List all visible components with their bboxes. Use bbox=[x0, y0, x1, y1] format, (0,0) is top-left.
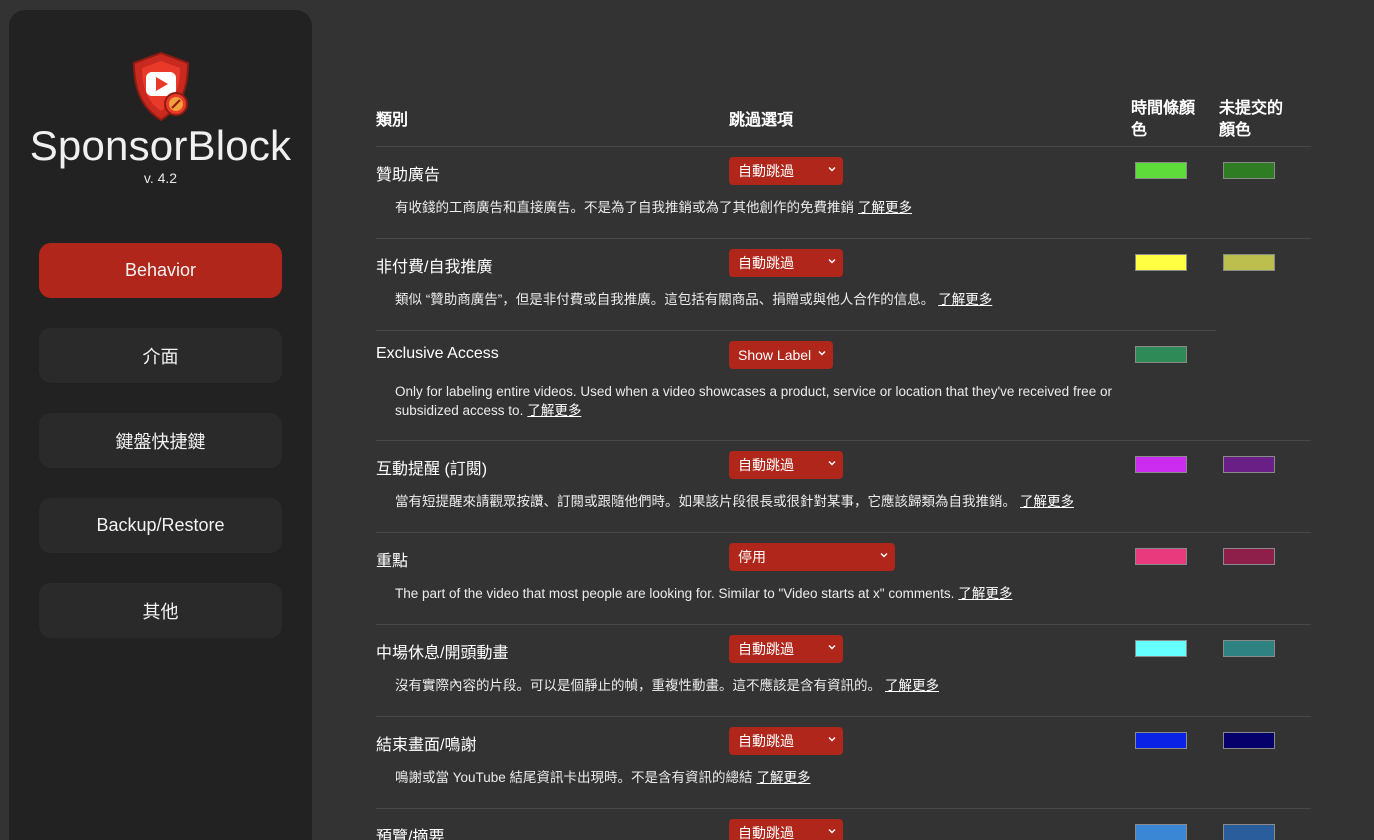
category-name: 非付費/自我推廣 bbox=[376, 259, 493, 276]
category-name: Exclusive Access bbox=[376, 345, 499, 362]
row-divider bbox=[376, 624, 1311, 625]
chevron-down-icon bbox=[828, 737, 836, 742]
select-value: Show Label bbox=[738, 347, 812, 363]
header-unsubmitted-color: 未提交的顏色 bbox=[1219, 100, 1284, 139]
nav-keyboard-shortcuts[interactable]: 鍵盤快捷鍵 bbox=[39, 413, 282, 468]
learn-more-link[interactable]: 了解更多 bbox=[885, 678, 939, 693]
row-divider bbox=[376, 532, 1311, 533]
row-divider bbox=[376, 716, 1311, 717]
sidebar: SponsorBlock v. 4.2 Behavior 介面 鍵盤快捷鍵 Ba… bbox=[9, 10, 312, 840]
select-value: 停用 bbox=[738, 549, 766, 565]
learn-more-link[interactable]: 了解更多 bbox=[858, 200, 912, 215]
skip-option-select[interactable]: 自動跳過 bbox=[729, 451, 843, 479]
timeline-color-swatch[interactable] bbox=[1135, 732, 1187, 749]
learn-more-link[interactable]: 了解更多 bbox=[938, 292, 992, 307]
chevron-down-icon bbox=[818, 351, 826, 356]
chevron-down-icon bbox=[828, 645, 836, 650]
chevron-down-icon bbox=[828, 829, 836, 834]
description-text: Only for labeling entire videos. Used wh… bbox=[395, 384, 1112, 418]
select-value: 自動跳過 bbox=[738, 825, 794, 840]
description-text: 鳴謝或當 YouTube 結尾資訊卡出現時。不是含有資訊的總結 bbox=[395, 770, 753, 785]
skip-option-select[interactable]: 自動跳過 bbox=[729, 249, 843, 277]
description-text: 類似 “贊助商廣告”，但是非付費或自我推廣。這包括有關商品、捐贈或與他人合作的信… bbox=[395, 292, 935, 307]
skip-option-select[interactable]: 自動跳過 bbox=[729, 635, 843, 663]
unsubmitted-color-swatch[interactable] bbox=[1223, 824, 1275, 840]
category-description: 鳴謝或當 YouTube 結尾資訊卡出現時。不是含有資訊的總結 了解更多 bbox=[395, 768, 1130, 787]
select-value: 自動跳過 bbox=[738, 641, 794, 657]
timeline-color-swatch[interactable] bbox=[1135, 824, 1187, 840]
category-description: 有收錢的工商廣告和直接廣告。不是為了自我推銷或為了其他創作的免費推銷 了解更多 bbox=[395, 198, 1130, 217]
learn-more-link[interactable]: 了解更多 bbox=[958, 586, 1012, 601]
nav-interface[interactable]: 介面 bbox=[39, 328, 282, 383]
select-value: 自動跳過 bbox=[738, 457, 794, 473]
unsubmitted-color-swatch[interactable] bbox=[1223, 162, 1275, 179]
nav-behavior[interactable]: Behavior bbox=[39, 243, 282, 298]
sponsorblock-logo-icon bbox=[132, 51, 190, 122]
timeline-color-swatch[interactable] bbox=[1135, 346, 1187, 363]
header-timeline-color: 時間條顏色 bbox=[1131, 100, 1196, 139]
header-category: 類別 bbox=[376, 112, 409, 129]
timeline-color-swatch[interactable] bbox=[1135, 162, 1187, 179]
learn-more-link[interactable]: 了解更多 bbox=[527, 403, 581, 418]
timeline-color-swatch[interactable] bbox=[1135, 640, 1187, 657]
chevron-down-icon bbox=[828, 167, 836, 172]
skip-option-select[interactable]: 停用 bbox=[729, 543, 895, 571]
skip-option-select[interactable]: 自動跳過 bbox=[729, 819, 843, 840]
unsubmitted-color-swatch[interactable] bbox=[1223, 732, 1275, 749]
chevron-down-icon bbox=[828, 259, 836, 264]
category-description: 沒有實際內容的片段。可以是個靜止的幀，重複性動畫。這不應該是含有資訊的。 了解更多 bbox=[395, 676, 1130, 695]
category-description: 當有短提醒來請觀眾按讚、訂閱或跟隨他們時。如果該片段很長或很針對某事，它應該歸類… bbox=[395, 492, 1130, 511]
nav-backup-restore[interactable]: Backup/Restore bbox=[39, 498, 282, 553]
nav-other[interactable]: 其他 bbox=[39, 583, 282, 638]
description-text: 當有短提醒來請觀眾按讚、訂閱或跟隨他們時。如果該片段很長或很針對某事，它應該歸類… bbox=[395, 494, 1016, 509]
category-description: The part of the video that most people a… bbox=[395, 584, 1130, 603]
app-title: SponsorBlock bbox=[29, 122, 292, 169]
row-divider bbox=[376, 238, 1311, 239]
description-text: The part of the video that most people a… bbox=[395, 586, 955, 601]
timeline-color-swatch[interactable] bbox=[1135, 456, 1187, 473]
category-name: 互動提醒 (訂閱) bbox=[376, 461, 488, 478]
skip-option-select[interactable]: 自動跳過 bbox=[729, 727, 843, 755]
description-text: 有收錢的工商廣告和直接廣告。不是為了自我推銷或為了其他創作的免費推銷 bbox=[395, 200, 854, 215]
chevron-down-icon bbox=[880, 553, 888, 558]
skip-option-select[interactable]: Show Label bbox=[729, 341, 833, 369]
row-divider bbox=[376, 440, 1311, 441]
category-name: 重點 bbox=[376, 553, 409, 570]
unsubmitted-color-swatch[interactable] bbox=[1223, 254, 1275, 271]
category-name: 結束畫面/鳴謝 bbox=[376, 737, 477, 754]
select-value: 自動跳過 bbox=[738, 163, 794, 179]
unsubmitted-color-swatch[interactable] bbox=[1223, 640, 1275, 657]
row-divider bbox=[376, 146, 1311, 147]
learn-more-link[interactable]: 了解更多 bbox=[1020, 494, 1074, 509]
category-name: 贊助廣告 bbox=[376, 167, 441, 184]
category-name: 中場休息/開頭動畫 bbox=[376, 645, 509, 662]
category-description: 類似 “贊助商廣告”，但是非付費或自我推廣。這包括有關商品、捐贈或與他人合作的信… bbox=[395, 290, 1130, 309]
skip-option-select[interactable]: 自動跳過 bbox=[729, 157, 843, 185]
category-description: Only for labeling entire videos. Used wh… bbox=[395, 382, 1130, 420]
chevron-down-icon bbox=[828, 461, 836, 466]
select-value: 自動跳過 bbox=[738, 255, 794, 271]
app-version: v. 4.2 bbox=[143, 170, 178, 186]
row-divider bbox=[376, 330, 1216, 331]
timeline-color-swatch[interactable] bbox=[1135, 254, 1187, 271]
unsubmitted-color-swatch[interactable] bbox=[1223, 456, 1275, 473]
select-value: 自動跳過 bbox=[738, 733, 794, 749]
category-name: 預覽/摘要 bbox=[376, 829, 445, 840]
unsubmitted-color-swatch[interactable] bbox=[1223, 548, 1275, 565]
row-divider bbox=[376, 808, 1311, 809]
learn-more-link[interactable]: 了解更多 bbox=[757, 770, 811, 785]
timeline-color-swatch[interactable] bbox=[1135, 548, 1187, 565]
description-text: 沒有實際內容的片段。可以是個靜止的幀，重複性動畫。這不應該是含有資訊的。 bbox=[395, 678, 881, 693]
header-skip-option: 跳過選項 bbox=[729, 112, 794, 129]
